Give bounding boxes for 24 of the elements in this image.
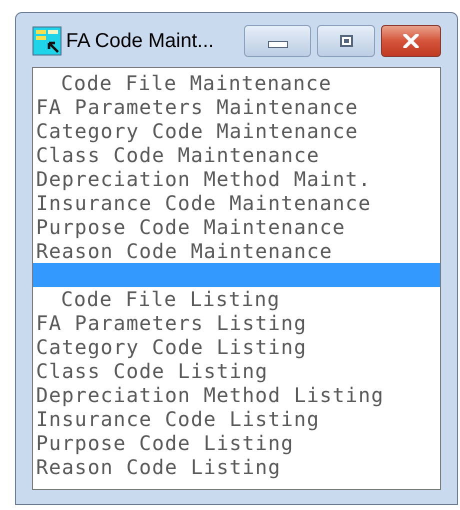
list-item[interactable]: Purpose Code Maintenance [36, 215, 346, 239]
minimize-button[interactable] [244, 25, 311, 57]
maximize-button[interactable] [317, 25, 375, 57]
list-item[interactable]: FA Parameters Listing [36, 311, 307, 335]
list-item[interactable]: Reason Code Maintenance [36, 239, 332, 263]
close-icon [403, 34, 419, 48]
restore-icon [340, 35, 352, 47]
close-button[interactable] [381, 25, 441, 57]
minimize-icon [268, 40, 288, 48]
list-item[interactable]: Code File Maintenance [61, 71, 332, 95]
list-item[interactable]: Purpose Code Listing [36, 431, 294, 455]
list-item[interactable]: Insurance Code Listing [36, 407, 320, 431]
list-item[interactable]: Category Code Listing [36, 335, 307, 359]
list-item[interactable]: Category Code Maintenance [36, 119, 358, 143]
list-item[interactable]: Depreciation Method Maint. [36, 167, 372, 191]
list-item[interactable]: Code File Listing [61, 287, 280, 311]
list-item[interactable]: Class Code Listing [36, 359, 268, 383]
list-item[interactable]: Insurance Code Maintenance [36, 191, 372, 215]
list-item[interactable]: Depreciation Method Listing [36, 383, 384, 407]
list-item[interactable]: FA Parameters Maintenance [36, 95, 358, 119]
list-item[interactable]: Reason Code Listing [36, 455, 281, 479]
list-item[interactable]: Class Code Maintenance [36, 143, 320, 167]
app-icon [32, 26, 62, 56]
window-title: FA Code Maint... [66, 29, 214, 54]
